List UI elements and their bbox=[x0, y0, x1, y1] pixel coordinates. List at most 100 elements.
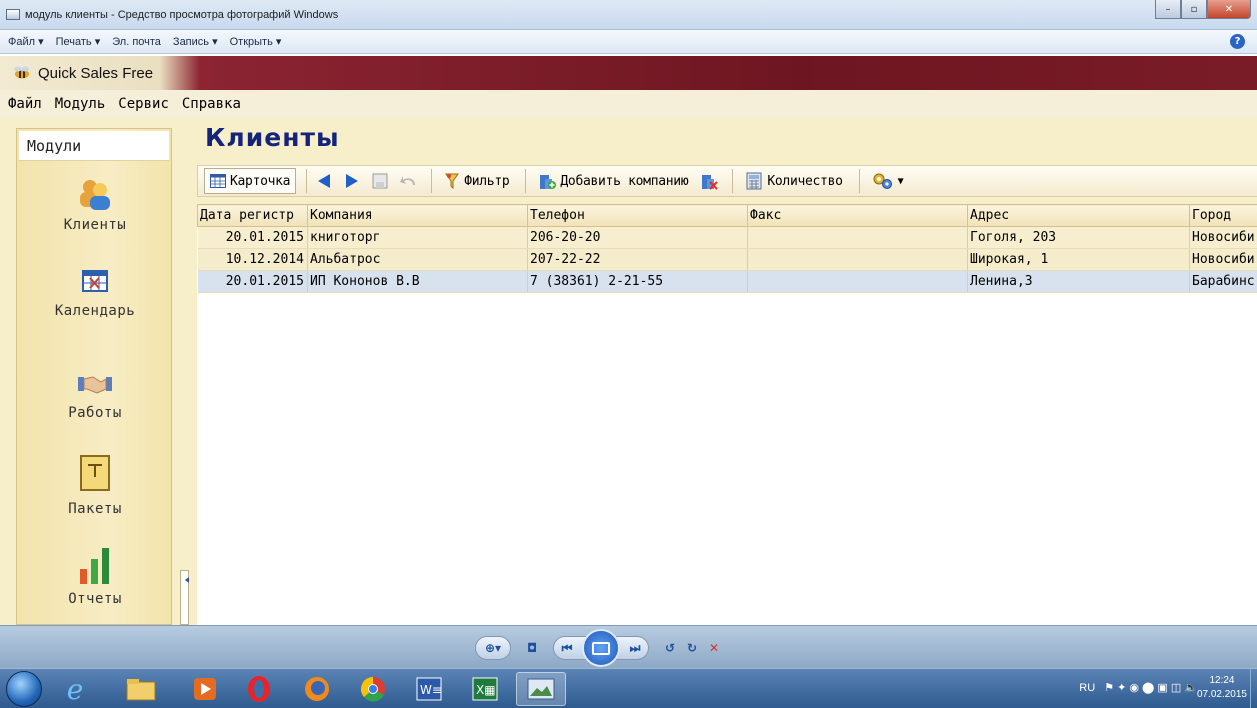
cell-date: 20.01.2015 bbox=[197, 226, 308, 249]
module-reports[interactable]: Отчеты bbox=[17, 547, 173, 607]
undo-icon bbox=[400, 176, 416, 185]
cell-fax bbox=[747, 226, 968, 249]
module-calendar[interactable]: Календарь bbox=[17, 269, 173, 319]
previous-icon[interactable]: ⏮ bbox=[556, 639, 578, 657]
filter-button-label: Фильтр bbox=[464, 173, 510, 189]
modules-header: Модули bbox=[19, 131, 169, 161]
count-button[interactable]: Количество bbox=[739, 168, 848, 194]
card-icon bbox=[210, 174, 226, 188]
zoom-control: ⊕▾ bbox=[475, 636, 511, 660]
clock-time: 12:24 bbox=[1209, 675, 1235, 686]
close-button[interactable]: ✕ bbox=[1207, 0, 1251, 19]
rotate-left-icon[interactable]: ↺ bbox=[659, 639, 681, 657]
taskbar: e W≡ X▦ RU ⚑ ✦ ◉ ⬤ ▣ ◫ 🔈 12:24 07.02.201… bbox=[0, 668, 1257, 708]
viewer-controls: ⊕▾ ◘ ⏮ ⏭ ↺ ↻ ✕ bbox=[475, 629, 725, 667]
column-header-city[interactable]: Город bbox=[1189, 204, 1257, 227]
column-header-date[interactable]: Дата регистр bbox=[197, 204, 308, 227]
navigation-control: ⏮ ⏭ bbox=[553, 629, 649, 667]
table-row[interactable]: 20.01.2015 ИП Кононов В.В 7 (38361) 2-21… bbox=[197, 270, 1257, 293]
toolbar-separator bbox=[525, 169, 527, 193]
module-works[interactable]: Работы bbox=[17, 373, 173, 421]
undo-button[interactable] bbox=[397, 168, 419, 194]
column-header-phone[interactable]: Телефон bbox=[527, 204, 748, 227]
page-title: Клиенты bbox=[205, 123, 340, 152]
minimize-button[interactable]: – bbox=[1155, 0, 1181, 19]
card-button[interactable]: Карточка bbox=[204, 168, 297, 194]
file-explorer-icon[interactable] bbox=[116, 672, 166, 706]
photo-viewer-taskbar-icon[interactable] bbox=[516, 672, 566, 706]
delete-company-icon bbox=[702, 175, 719, 190]
slideshow-icon bbox=[592, 641, 610, 655]
viewer-menu-file[interactable]: Файл ▾ bbox=[8, 35, 44, 48]
menu-module[interactable]: Модуль bbox=[55, 96, 106, 112]
actual-size-icon[interactable]: ◘ bbox=[521, 639, 543, 657]
card-button-label: Карточка bbox=[230, 173, 291, 189]
firefox-icon[interactable] bbox=[292, 672, 342, 706]
settings-dropdown-button[interactable]: ▼ bbox=[866, 168, 910, 194]
delete-icon[interactable]: ✕ bbox=[703, 639, 725, 657]
toolbar-separator bbox=[732, 169, 734, 193]
svg-text:X▦: X▦ bbox=[476, 683, 496, 697]
show-desktop-button[interactable] bbox=[1250, 669, 1257, 708]
cell-company: книготорг bbox=[307, 226, 528, 249]
app-title-bar: Quick Sales Free bbox=[0, 56, 1257, 90]
handshake-icon bbox=[78, 376, 112, 394]
cell-address: Ленина,3 bbox=[967, 270, 1190, 293]
module-clients[interactable]: Клиенты bbox=[17, 177, 173, 233]
cell-city: Барабинс bbox=[1189, 270, 1257, 293]
help-icon[interactable]: ? bbox=[1230, 34, 1245, 49]
bar-chart-icon bbox=[80, 548, 109, 584]
slideshow-button[interactable] bbox=[582, 629, 620, 667]
clock[interactable]: 12:24 07.02.2015 bbox=[1197, 674, 1247, 702]
tray-icons[interactable]: ⚑ ✦ ◉ ⬤ ▣ ◫ 🔈 bbox=[1104, 681, 1198, 694]
filter-button[interactable]: Фильтр bbox=[438, 168, 515, 194]
clients-grid: Дата регистр Компания Телефон Факс Адрес… bbox=[197, 204, 1257, 625]
language-indicator[interactable]: RU bbox=[1079, 682, 1095, 694]
word-icon[interactable]: W≡ bbox=[404, 672, 454, 706]
package-icon bbox=[80, 455, 110, 491]
chrome-icon[interactable] bbox=[348, 672, 398, 706]
cell-fax bbox=[747, 270, 968, 293]
internet-explorer-icon[interactable]: e bbox=[50, 672, 100, 706]
rotate-right-icon[interactable]: ↻ bbox=[681, 639, 703, 657]
calendar-icon bbox=[82, 270, 108, 292]
table-row[interactable]: 10.12.2014 Альбатрос 207-22-22 Широкая, … bbox=[197, 248, 1257, 271]
zoom-icon[interactable]: ⊕▾ bbox=[482, 639, 504, 657]
column-header-address[interactable]: Адрес bbox=[967, 204, 1190, 227]
cell-phone: 206-20-20 bbox=[527, 226, 748, 249]
arrow-right-icon bbox=[346, 174, 359, 188]
viewer-menu-open[interactable]: Открыть ▾ bbox=[230, 35, 282, 48]
menu-service[interactable]: Сервис bbox=[118, 96, 169, 112]
filter-icon bbox=[445, 173, 460, 189]
next-record-button[interactable] bbox=[341, 168, 363, 194]
opera-icon[interactable] bbox=[234, 672, 284, 706]
cell-city: Новосиби bbox=[1189, 226, 1257, 249]
column-header-fax[interactable]: Факс bbox=[747, 204, 968, 227]
menu-help[interactable]: Справка bbox=[182, 96, 241, 112]
table-row[interactable]: 20.01.2015 книготорг 206-20-20 Гоголя, 2… bbox=[197, 226, 1257, 249]
viewer-menu-print[interactable]: Печать ▾ bbox=[56, 35, 101, 48]
clients-icon bbox=[80, 180, 110, 210]
panel-splitter[interactable] bbox=[180, 570, 189, 625]
arrow-left-icon bbox=[318, 174, 331, 188]
save-button[interactable] bbox=[369, 168, 391, 194]
maximize-button[interactable]: ▫ bbox=[1181, 0, 1207, 19]
module-packages[interactable]: Пакеты bbox=[17, 455, 173, 517]
start-button[interactable] bbox=[6, 671, 42, 707]
delete-company-button[interactable] bbox=[698, 168, 720, 194]
cell-date: 20.01.2015 bbox=[197, 270, 308, 293]
next-icon[interactable]: ⏭ bbox=[624, 639, 646, 657]
column-header-company[interactable]: Компания bbox=[307, 204, 528, 227]
add-company-button[interactable]: Добавить компанию bbox=[532, 168, 694, 194]
prev-record-button[interactable] bbox=[313, 168, 335, 194]
menu-file[interactable]: Файл bbox=[8, 96, 42, 112]
viewer-menu-burn[interactable]: Запись ▾ bbox=[173, 35, 218, 48]
module-label: Пакеты bbox=[68, 501, 122, 517]
media-player-icon[interactable] bbox=[180, 672, 230, 706]
cell-address: Широкая, 1 bbox=[967, 248, 1190, 271]
cell-company: ИП Кононов В.В bbox=[307, 270, 528, 293]
viewer-menu-email[interactable]: Эл. почта bbox=[112, 36, 161, 48]
excel-icon[interactable]: X▦ bbox=[460, 672, 510, 706]
clients-table: Дата регистр Компания Телефон Факс Адрес… bbox=[197, 204, 1257, 293]
module-label: Работы bbox=[68, 405, 122, 421]
